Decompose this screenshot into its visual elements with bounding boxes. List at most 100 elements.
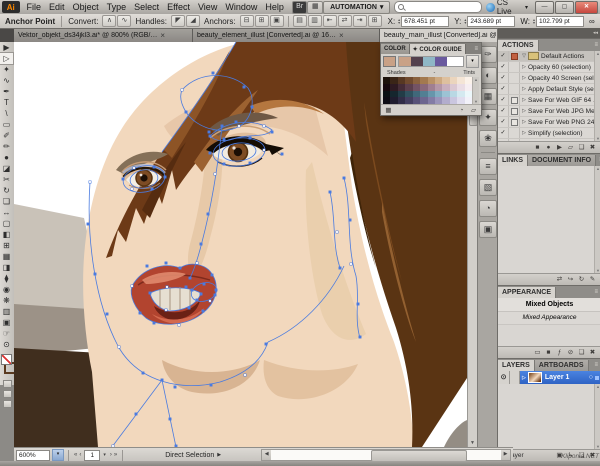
toggle-dialog-box[interactable] [509, 128, 520, 138]
color-swatch[interactable] [405, 83, 413, 91]
tab-actions[interactable]: ACTIONS [498, 40, 539, 51]
links-scrollbar[interactable]: ▲ ▼ [594, 166, 600, 273]
scroll-up-icon[interactable]: ▲ [596, 51, 600, 56]
dock-top-strip[interactable]: ◂◂ [498, 28, 600, 38]
canvas-horizontal-scrollbar[interactable]: ◀ ▶ [261, 449, 511, 462]
bridge-icon[interactable]: Br [291, 0, 308, 14]
menu-file[interactable]: File [23, 2, 46, 12]
harmony-variants-strip[interactable] [398, 56, 464, 67]
gradient-tool[interactable]: ◨ [0, 262, 13, 273]
free-transform-tool[interactable]: ▢ [0, 218, 13, 229]
menu-effect[interactable]: Effect [163, 2, 194, 12]
mesh-tool[interactable]: ▦ [0, 251, 13, 262]
expander-icon[interactable]: ▷ [520, 86, 528, 92]
color-swatch[interactable] [383, 83, 391, 91]
add-effect-icon[interactable]: ƒ [555, 348, 564, 357]
toggle-item-check[interactable]: ✓ [498, 106, 509, 116]
color-swatch[interactable] [457, 90, 465, 98]
hide-handles-icon[interactable]: ◢ [186, 15, 201, 27]
toggle-item-check[interactable]: ✓ [498, 95, 509, 105]
edit-original-icon[interactable]: ✎ [588, 275, 597, 284]
new-set-icon[interactable]: ▱ [566, 143, 575, 152]
panel-menu-icon[interactable]: ≡ [591, 289, 600, 295]
change-screen-mode-icon[interactable] [2, 400, 12, 408]
color-swatch[interactable] [464, 97, 473, 104]
document-tab[interactable]: beauty_element_illust [Converted].ai @ 1… [193, 29, 380, 42]
relink-icon[interactable]: ⇄ [555, 275, 564, 284]
expander-icon[interactable]: ▷ [520, 108, 528, 114]
swatch-scrollbar[interactable]: ▲ ▼ [472, 77, 479, 104]
expand-layer-icon[interactable]: ▷ [520, 375, 528, 381]
expander-icon[interactable]: ▽ [520, 53, 528, 59]
color-swatch[interactable] [434, 77, 443, 84]
distribute-icon-2[interactable]: ⇄ [337, 15, 352, 27]
action-item[interactable]: ✓ ▷ Save For Web PNG 24 [498, 117, 600, 128]
status-readout[interactable]: Direct Selection ▶ [127, 452, 259, 459]
w-field-value[interactable]: 102.799 pt [535, 15, 584, 27]
tab-links[interactable]: LINKS [498, 155, 528, 166]
go-to-link-icon[interactable]: ↪ [566, 275, 575, 284]
colorize-icon[interactable]: ◔ [457, 106, 466, 115]
fill-color-chip[interactable] [1, 354, 12, 365]
toggle-dialog-box[interactable] [509, 73, 520, 83]
stroke-icon[interactable]: ≡ [479, 158, 497, 175]
color-swatch[interactable] [442, 97, 450, 104]
minimize-button[interactable]: — [535, 0, 554, 14]
w-field-stepper[interactable]: ▴ ▾ [533, 17, 535, 25]
symbol-sprayer-tool[interactable]: ❋ [0, 295, 13, 306]
toggle-item-check[interactable]: ✓ [498, 117, 509, 127]
tab-close-icon[interactable]: × [339, 31, 344, 40]
fill-stroke-chips[interactable] [0, 352, 16, 378]
menu-help[interactable]: Help [261, 2, 288, 12]
rectangle-tool[interactable]: ▭ [0, 119, 13, 130]
toggle-dialog-box[interactable] [509, 106, 520, 116]
play-icon[interactable]: ▶ [555, 143, 564, 152]
layer-name[interactable]: Layer 1 [545, 374, 570, 381]
variant-swatch[interactable] [423, 57, 435, 66]
toggle-dialog-box[interactable] [509, 117, 520, 127]
appearance-object-row[interactable]: Mixed Objects [498, 298, 600, 312]
search-input[interactable] [394, 1, 483, 13]
y-field-stepper[interactable]: ▴ ▾ [464, 17, 466, 25]
toggle-dialog-box[interactable] [509, 95, 520, 105]
panel-menu-icon[interactable]: ≡ [591, 42, 600, 48]
color-swatch[interactable] [420, 83, 428, 91]
color-swatch[interactable] [390, 90, 398, 98]
panel-menu-icon[interactable]: ≡ [591, 362, 600, 368]
link-dimensions-icon[interactable]: ∞ [587, 17, 597, 26]
color-swatch[interactable] [442, 83, 450, 91]
expander-icon[interactable]: ▷ [520, 130, 528, 136]
color-swatch[interactable] [383, 97, 391, 104]
color-swatch[interactable] [427, 97, 435, 104]
scroll-up-icon[interactable]: ▲ [596, 384, 600, 389]
color-swatch[interactable] [449, 77, 458, 84]
new-action-icon[interactable]: ❏ [577, 143, 586, 152]
duplicate-item-icon[interactable]: ❏ [577, 348, 586, 357]
menu-window[interactable]: Window [221, 2, 261, 12]
variant-swatch[interactable] [399, 57, 411, 66]
blob-brush-tool[interactable]: ● [0, 152, 13, 163]
pen-tool[interactable]: ✒ [0, 86, 13, 97]
draw-behind-icon[interactable] [2, 390, 12, 398]
app-logo[interactable]: Ai [2, 1, 20, 13]
color-swatch[interactable] [412, 77, 421, 84]
eraser-tool[interactable]: ◪ [0, 163, 13, 174]
panel-menu-icon[interactable]: ≡ [596, 157, 600, 163]
artboard-dropdown-icon[interactable]: ▾ [102, 452, 107, 458]
color-swatch[interactable] [390, 97, 398, 104]
artboard-tool[interactable]: ▣ [0, 317, 13, 328]
color-swatch[interactable] [449, 97, 458, 104]
color-swatch[interactable] [457, 97, 465, 104]
document-tab[interactable]: Vektor_objekt_ds34jkl3.ai* @ 800% (RGB/…… [14, 29, 193, 42]
color-swatch[interactable] [405, 97, 413, 104]
stop-icon[interactable]: ■ [533, 143, 542, 152]
remove-anchor-icon[interactable]: ⊟ [239, 15, 254, 27]
expander-icon[interactable]: ▷ [520, 64, 528, 70]
draw-normal-icon[interactable] [2, 380, 12, 388]
color-swatch[interactable] [383, 77, 391, 84]
color-swatch[interactable] [434, 83, 443, 91]
width-tool[interactable]: ↔ [0, 207, 13, 218]
tab-layers[interactable]: LAYERS [498, 360, 535, 371]
color-swatch[interactable] [464, 77, 473, 84]
toggle-dialog-box[interactable] [509, 62, 520, 72]
